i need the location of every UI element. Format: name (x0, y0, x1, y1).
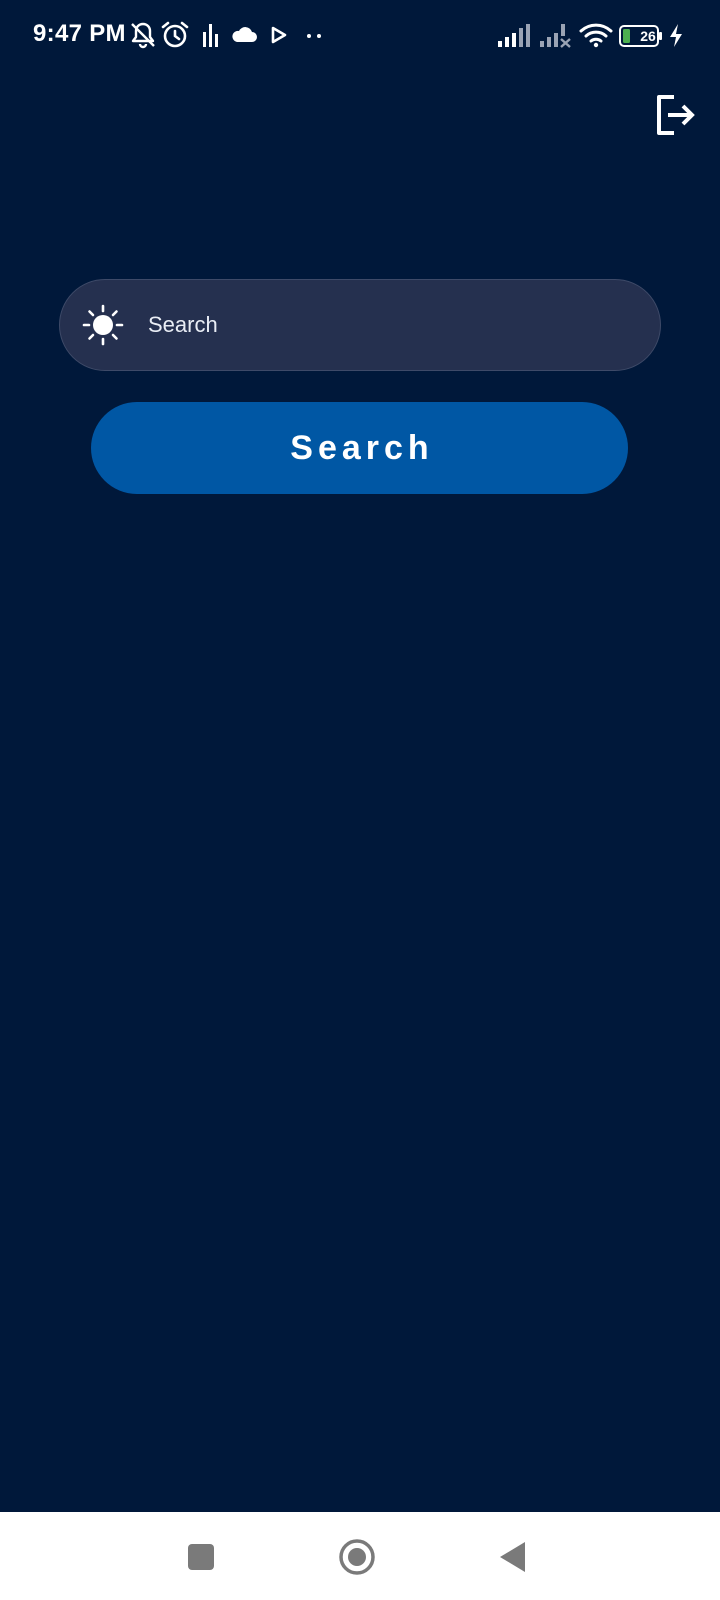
home-button[interactable] (332, 1532, 382, 1582)
search-field[interactable] (59, 279, 661, 371)
signal-icon (498, 24, 530, 47)
notifications-off-icon (131, 22, 155, 49)
alarm-icon (161, 21, 189, 48)
battery-level: 26 (640, 28, 656, 44)
recents-button[interactable] (176, 1532, 226, 1582)
cloud-icon (232, 27, 257, 42)
signal-no-service-icon (540, 24, 571, 48)
status-time: 9:47 PM (33, 20, 126, 47)
logout-button[interactable] (652, 92, 698, 138)
logout-icon (657, 95, 695, 135)
sun-icon (82, 304, 124, 346)
play-icon (271, 26, 287, 44)
navigation-bar (0, 1512, 720, 1600)
home-circle-icon (339, 1539, 375, 1575)
wifi-icon (579, 23, 613, 48)
back-triangle-icon (500, 1542, 525, 1572)
charging-icon (670, 24, 682, 47)
recents-square-icon (188, 1544, 214, 1570)
more-dots-icon (307, 34, 321, 38)
search-input[interactable] (148, 302, 628, 348)
equalizer-icon (203, 24, 218, 47)
search-button-label: Search (290, 428, 434, 467)
search-button[interactable]: Search (91, 402, 628, 494)
status-bar: 9:47 PM 26 (0, 0, 720, 72)
back-button[interactable] (488, 1532, 538, 1582)
